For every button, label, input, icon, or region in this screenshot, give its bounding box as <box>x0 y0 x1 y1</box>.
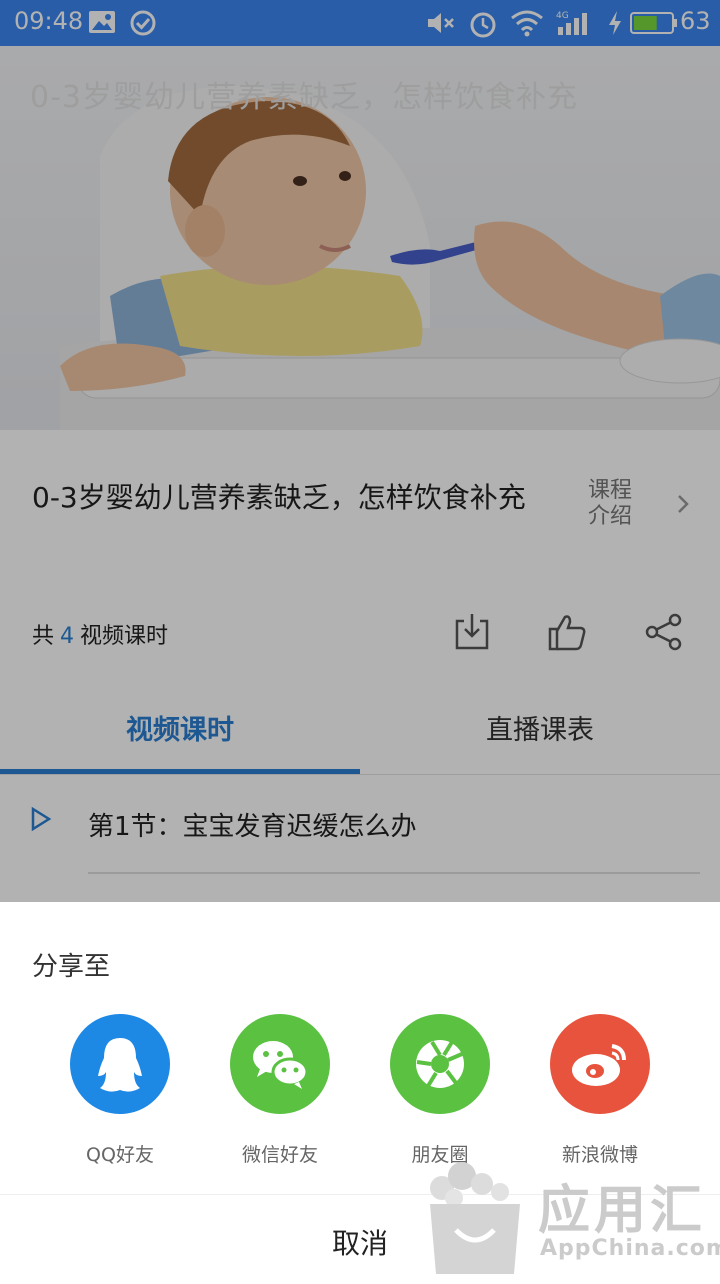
cancel-button[interactable]: 取消 <box>300 1222 420 1262</box>
weibo-icon <box>550 1014 650 1114</box>
appchina-watermark: 应用汇 AppChina.com <box>420 1158 720 1280</box>
share-option-qq[interactable]: QQ好友 <box>40 1014 200 1166</box>
watermark-name: 应用汇 <box>538 1181 707 1241</box>
share-option-wechat[interactable]: 微信好友 <box>200 1014 360 1166</box>
qq-icon <box>70 1014 170 1114</box>
dim-overlay[interactable] <box>0 0 720 902</box>
watermark-domain: AppChina.com <box>540 1236 720 1261</box>
moments-icon <box>390 1014 490 1114</box>
appchina-logo-icon <box>430 1162 520 1274</box>
wechat-icon <box>230 1014 330 1114</box>
share-option-weibo[interactable]: 新浪微博 <box>520 1014 680 1166</box>
share-label-qq: QQ好友 <box>86 1144 154 1166</box>
share-option-moments[interactable]: 朋友圈 <box>360 1014 520 1166</box>
share-sheet-title: 分享至 <box>32 952 111 982</box>
share-label-wechat: 微信好友 <box>241 1144 318 1166</box>
